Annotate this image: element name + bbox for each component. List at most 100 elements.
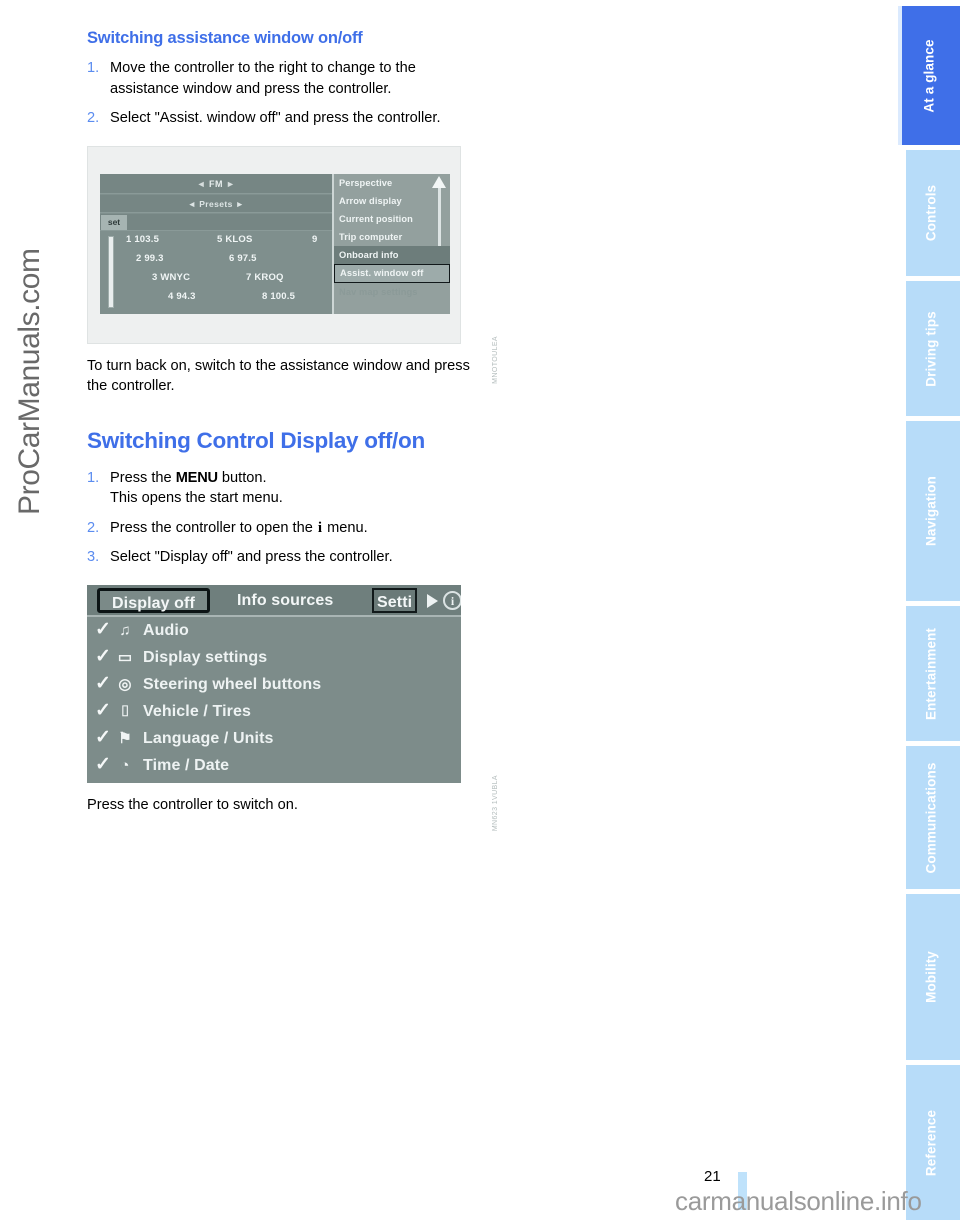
list-item-label: Audio xyxy=(143,621,189,639)
info-circle-icon[interactable]: i xyxy=(443,590,461,610)
sidebar-item-label: Reference xyxy=(923,1109,939,1176)
preset-row: 2 99.3 6 97.5 xyxy=(122,253,332,273)
clock-icon: ◔ xyxy=(120,756,130,774)
tab-edge xyxy=(902,421,906,601)
step-text-before: Press the xyxy=(110,469,176,486)
section-two-steps: 1. Press the MENU button. This opens the … xyxy=(87,468,477,568)
preset-slot: 4 94.3 xyxy=(168,290,196,302)
radio-scrollbar[interactable] xyxy=(108,235,114,308)
menu-item-highlighted[interactable]: Onboard info xyxy=(334,245,450,264)
sidebar-item-label: Entertainment xyxy=(923,627,939,720)
list-item: 2. Press the controller to open the i me… xyxy=(87,518,477,539)
menu-item[interactable]: Current position xyxy=(334,210,450,228)
sidebar-item-label: Navigation xyxy=(923,475,939,547)
preset-slot: 7 KROQ xyxy=(246,271,284,283)
tab-edge xyxy=(902,746,906,889)
radio-pane: ◄ FM ► ◄ Presets ► set 1 103.5 5 KLOS 9 xyxy=(100,173,332,314)
section-one-after-text: To turn back on, switch to the assistanc… xyxy=(87,357,470,395)
sidebar-item-entertainment[interactable]: Entertainment xyxy=(902,606,960,741)
car-icon: ⌷ xyxy=(120,702,130,720)
list-item-label: Display settings xyxy=(143,648,268,666)
audio-icon: ♫ xyxy=(119,621,131,639)
check-icon: ✓ xyxy=(95,645,112,667)
list-item[interactable]: ✓ ♫ Audio xyxy=(87,617,461,644)
preset-slot: 2 99.3 xyxy=(136,252,164,264)
figure-code: MN623 1VUBLA xyxy=(492,774,499,831)
sidebar-item-driving-tips[interactable]: Driving tips xyxy=(902,281,960,416)
figure-code: MNOTOULEA xyxy=(492,335,499,384)
manual-page: ProCarManuals.com Switching assistance w… xyxy=(0,0,960,1220)
step-text-after: button. xyxy=(217,469,267,486)
page-number: 21 xyxy=(704,1168,721,1185)
band-left-arrow: ◄ xyxy=(196,178,206,189)
check-icon: ✓ xyxy=(95,753,112,775)
settings-menu-screenshot: Display off Info sources Setti i ✓ ♫ Aud… xyxy=(87,584,461,783)
sidebar-item-label: Mobility xyxy=(923,951,939,1003)
triangle-right-icon[interactable] xyxy=(427,593,438,608)
step-text-before: Press the controller to open the xyxy=(110,519,317,536)
list-item[interactable]: ✓ ▭ Display settings xyxy=(87,644,461,671)
steering-wheel-icon: ◎ xyxy=(118,675,132,693)
check-icon: ✓ xyxy=(95,699,112,721)
presets-row: ◄ Presets ► xyxy=(100,194,332,213)
list-item[interactable]: ✓ ⌷ Vehicle / Tires xyxy=(87,698,461,725)
tab-info-sources[interactable]: Info sources xyxy=(237,588,333,613)
check-icon: ✓ xyxy=(95,726,112,748)
tab-edge xyxy=(902,150,906,276)
preset-row: 3 WNYC 7 KROQ xyxy=(122,272,332,292)
preset-slot: 1 103.5 xyxy=(126,233,160,245)
section-two-after-text: Press the controller to switch on. xyxy=(87,796,298,813)
tab-settings[interactable]: Setti xyxy=(372,587,418,613)
list-item-label: Language / Units xyxy=(143,729,274,747)
menu-item[interactable]: Arrow display xyxy=(334,192,450,210)
left-watermark: ProCarManuals.com xyxy=(13,248,46,515)
settings-tab-bar: Display off Info sources Setti i xyxy=(87,584,461,617)
step-number: 2. xyxy=(87,519,100,536)
preset-slot: 6 97.5 xyxy=(229,252,257,264)
figure-two: Display off Info sources Setti i ✓ ♫ Aud… xyxy=(87,584,499,831)
check-icon: ✓ xyxy=(95,672,112,694)
step-text: Move the controller to the right to chan… xyxy=(110,60,416,97)
list-item[interactable]: ✓ ◎ Steering wheel buttons xyxy=(87,671,461,698)
tab-edge xyxy=(902,894,906,1060)
preset-row: 1 103.5 5 KLOS 9 xyxy=(122,234,332,254)
section-one-title: Switching assistance window on/off xyxy=(87,29,363,47)
section-one-steps: 1. Move the controller to the right to c… xyxy=(87,58,477,129)
step-number: 1. xyxy=(87,60,100,76)
preset-slot: 9 xyxy=(312,233,318,245)
bottom-watermark: carmanualsonline.info xyxy=(675,1186,922,1216)
sidebar-item-label: Communications xyxy=(923,762,939,873)
tab-edge xyxy=(898,6,902,145)
menu-item-selected[interactable]: Assist. window off xyxy=(334,263,450,283)
list-item-label: Vehicle / Tires xyxy=(143,702,251,720)
list-item[interactable]: ✓ ⚑ Language / Units xyxy=(87,725,461,752)
list-item[interactable]: ✓ ◔ Time / Date xyxy=(87,752,461,779)
menu-item[interactable]: Trip computer xyxy=(334,228,450,246)
sidebar-item-at-a-glance[interactable]: At a glance xyxy=(898,6,960,145)
check-icon: ✓ xyxy=(95,618,112,640)
preset-slot: 5 KLOS xyxy=(217,233,253,245)
step-number: 2. xyxy=(87,110,100,126)
list-item: 1. Press the MENU button. This opens the … xyxy=(87,468,477,509)
sidebar-item-mobility[interactable]: Mobility xyxy=(902,894,960,1060)
step-number: 3. xyxy=(87,549,100,565)
sidebar-item-navigation[interactable]: Navigation xyxy=(902,421,960,601)
list-item: 3. Select "Display off" and press the co… xyxy=(87,547,477,568)
preset-slot: 3 WNYC xyxy=(152,271,191,283)
sidebar-item-controls[interactable]: Controls xyxy=(902,150,960,276)
set-button: set xyxy=(101,214,127,230)
step-text: Press the controller to open the i menu. xyxy=(110,518,477,539)
tab-display-off[interactable]: Display off xyxy=(97,587,210,613)
menu-item-dimmed[interactable]: Nav map settings xyxy=(334,283,450,301)
assist-scrollbar[interactable] xyxy=(438,187,441,246)
display-icon: ▭ xyxy=(117,648,133,666)
band-right-arrow: ► xyxy=(226,178,236,189)
preset-slot: 8 100.5 xyxy=(262,290,296,302)
assistance-window-pane: Perspective Arrow display Current positi… xyxy=(332,173,450,314)
chapter-tab-rail: At a glance Controls Driving tips Naviga… xyxy=(895,0,960,1220)
sidebar-item-communications[interactable]: Communications xyxy=(902,746,960,889)
main-content-column: Switching assistance window on/off 1. Mo… xyxy=(87,28,499,831)
cursor-arrow-icon xyxy=(432,175,446,188)
tab-edge xyxy=(902,606,906,741)
control-display-screenshot: ◄ FM ► ◄ Presets ► set 1 103.5 5 KLOS 9 xyxy=(100,173,450,314)
